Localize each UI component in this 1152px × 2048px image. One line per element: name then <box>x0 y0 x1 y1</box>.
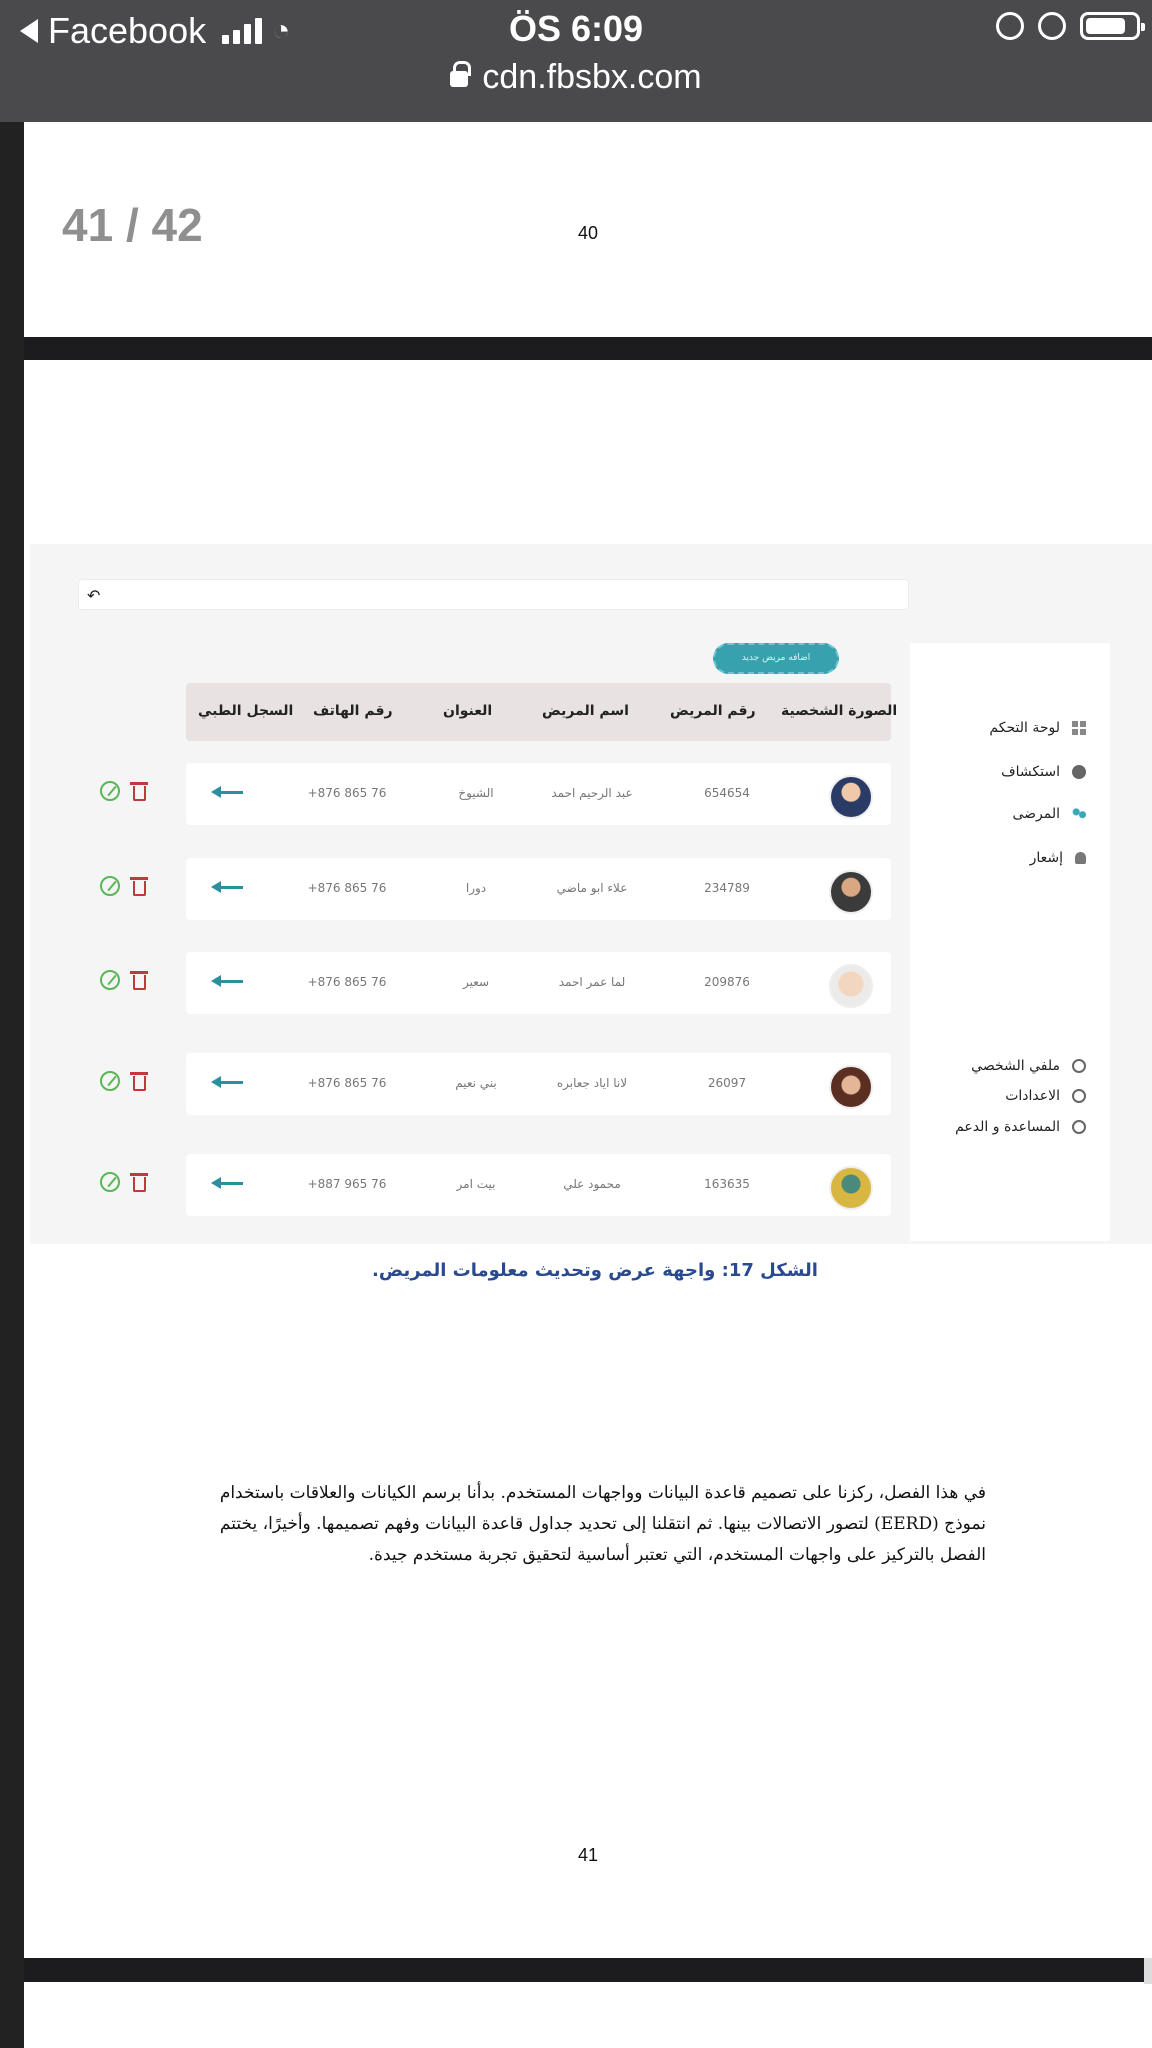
patient-id: 26097 <box>707 1076 747 1090</box>
url-text: cdn.fbsbx.com <box>482 58 702 96</box>
trash-icon[interactable] <box>130 970 148 990</box>
sidebar-item-explore[interactable]: استكشاف <box>1001 764 1086 780</box>
avatar <box>829 964 873 1008</box>
scrollbar[interactable] <box>1144 1958 1152 1984</box>
patient-id: 654654 <box>704 786 750 800</box>
user-icon <box>1072 1059 1086 1073</box>
patient-name: لما عمر احمد <box>558 975 626 989</box>
header-medical-record: السجل الطبي <box>198 703 294 719</box>
viewer-margin <box>0 122 24 2048</box>
clock: ÖS 6:09 <box>508 8 644 49</box>
sidebar-item-notifications[interactable]: إشعار <box>1030 850 1086 866</box>
patient-phone: +876 865 76 <box>307 1076 387 1090</box>
sidebar-item-dashboard[interactable]: لوحة التحكم <box>989 720 1086 736</box>
table-row: 26097 لانا اياد جعابره بني نعيم +876 865… <box>186 1053 891 1115</box>
table-header: الصورة الشخصية رقم المريض اسم المريض الع… <box>186 683 897 741</box>
open-record-arrow-icon[interactable] <box>211 880 243 894</box>
sidebar-item-label: المرضى <box>1012 806 1060 822</box>
header-address: العنوان <box>443 703 493 719</box>
avatar <box>829 870 873 914</box>
sidebar-item-label: المساعدة و الدعم <box>955 1119 1060 1135</box>
table-row: 163635 محمود علي بيت امر +887 965 76 <box>186 1154 891 1216</box>
sidebar-item-label: الاعدادات <box>1005 1088 1060 1104</box>
people-icon <box>1072 807 1086 821</box>
patient-name: محمود علي <box>563 1177 621 1191</box>
sidebar-item-label: لوحة التحكم <box>989 720 1060 736</box>
header-avatar: الصورة الشخصية <box>781 703 898 719</box>
status-bar: Facebook ◔ ÖS 6:09 cdn.fbsbx.com <box>0 0 1152 122</box>
edit-icon[interactable] <box>100 876 120 896</box>
sidebar-item-patients[interactable]: المرضى <box>1012 806 1086 822</box>
patient-id: 163635 <box>704 1177 750 1191</box>
sidebar: لوحة التحكم استكشاف المرضى إشعار ملفي ال… <box>910 643 1110 1241</box>
grid-icon <box>1072 721 1086 735</box>
patient-name: عبد الرحيم احمد <box>551 786 633 800</box>
patient-phone: +887 965 76 <box>307 1177 387 1191</box>
open-record-arrow-icon[interactable] <box>211 974 243 988</box>
page-number-41: 41 <box>577 1845 599 1865</box>
bell-icon <box>1075 852 1086 864</box>
patient-phone: +876 865 76 <box>307 786 387 800</box>
table-row: 654654 عبد الرحيم احمد الشيوخ +876 865 7… <box>186 763 891 825</box>
edit-icon[interactable] <box>100 1172 120 1192</box>
header-patient-name: اسم المريض <box>542 703 629 719</box>
patient-name: علاء ابو ماضي <box>556 881 628 895</box>
trash-icon[interactable] <box>130 1071 148 1091</box>
trash-icon[interactable] <box>130 1172 148 1192</box>
trash-icon[interactable] <box>130 781 148 801</box>
help-icon <box>1072 1120 1086 1134</box>
edit-icon[interactable] <box>100 1071 120 1091</box>
compass-icon <box>1072 765 1086 779</box>
battery-icon <box>1080 12 1145 40</box>
patient-phone: +876 865 76 <box>307 881 387 895</box>
address-bar[interactable]: cdn.fbsbx.com <box>0 58 1152 97</box>
sidebar-item-label: استكشاف <box>1001 764 1060 780</box>
patient-name: لانا اياد جعابره <box>556 1076 628 1090</box>
alarm-icon <box>1038 12 1066 40</box>
gear-icon <box>1072 1089 1086 1103</box>
sidebar-item-help[interactable]: المساعدة و الدعم <box>955 1119 1086 1135</box>
open-record-arrow-icon[interactable] <box>211 1075 243 1089</box>
add-patient-button[interactable]: اضافه مريض جديد <box>713 643 839 674</box>
patient-address: بيت امر <box>456 1177 496 1191</box>
sidebar-item-label: ملفي الشخصي <box>971 1058 1060 1074</box>
page-number-40: 40 <box>577 223 599 243</box>
body-paragraph: في هذا الفصل، ركزنا على تصميم قاعدة البي… <box>219 1483 986 1565</box>
figure-caption: الشكل 17: واجهة عرض وتحديث معلومات المري… <box>372 1260 818 1281</box>
patient-address: الشيوخ <box>458 786 494 800</box>
patient-id: 209876 <box>704 975 750 989</box>
table-row: 209876 لما عمر احمد سعير +876 865 76 <box>186 952 891 1014</box>
header-patient-id: رقم المريض <box>670 703 756 719</box>
avatar <box>829 1166 873 1210</box>
patient-id: 234789 <box>704 881 750 895</box>
pdf-page-42 <box>24 1982 1152 2048</box>
open-record-arrow-icon[interactable] <box>211 1176 243 1190</box>
patient-phone: +876 865 76 <box>307 975 387 989</box>
avatar <box>829 775 873 819</box>
avatar <box>829 1065 873 1109</box>
sidebar-item-settings[interactable]: الاعدادات <box>1005 1088 1086 1104</box>
reply-arrow-icon[interactable]: ↶ <box>87 586 100 605</box>
table-row: 234789 علاء ابو ماضي دورا +876 865 76 <box>186 858 891 920</box>
open-record-arrow-icon[interactable] <box>211 785 243 799</box>
orientation-lock-icon <box>996 12 1024 40</box>
edit-icon[interactable] <box>100 781 120 801</box>
sidebar-item-label: إشعار <box>1029 850 1063 866</box>
trash-icon[interactable] <box>130 876 148 896</box>
header-phone: رقم الهاتف <box>313 703 393 719</box>
lock-icon <box>450 61 472 88</box>
patient-address: بني نعيم <box>455 1076 497 1090</box>
edit-icon[interactable] <box>100 970 120 990</box>
patient-address: دورا <box>465 881 487 895</box>
search-bar[interactable]: ↶ <box>78 579 909 610</box>
page-counter: 41 / 42 <box>62 199 203 251</box>
patient-address: سعير <box>462 975 490 989</box>
sidebar-item-profile[interactable]: ملفي الشخصي <box>971 1058 1086 1074</box>
